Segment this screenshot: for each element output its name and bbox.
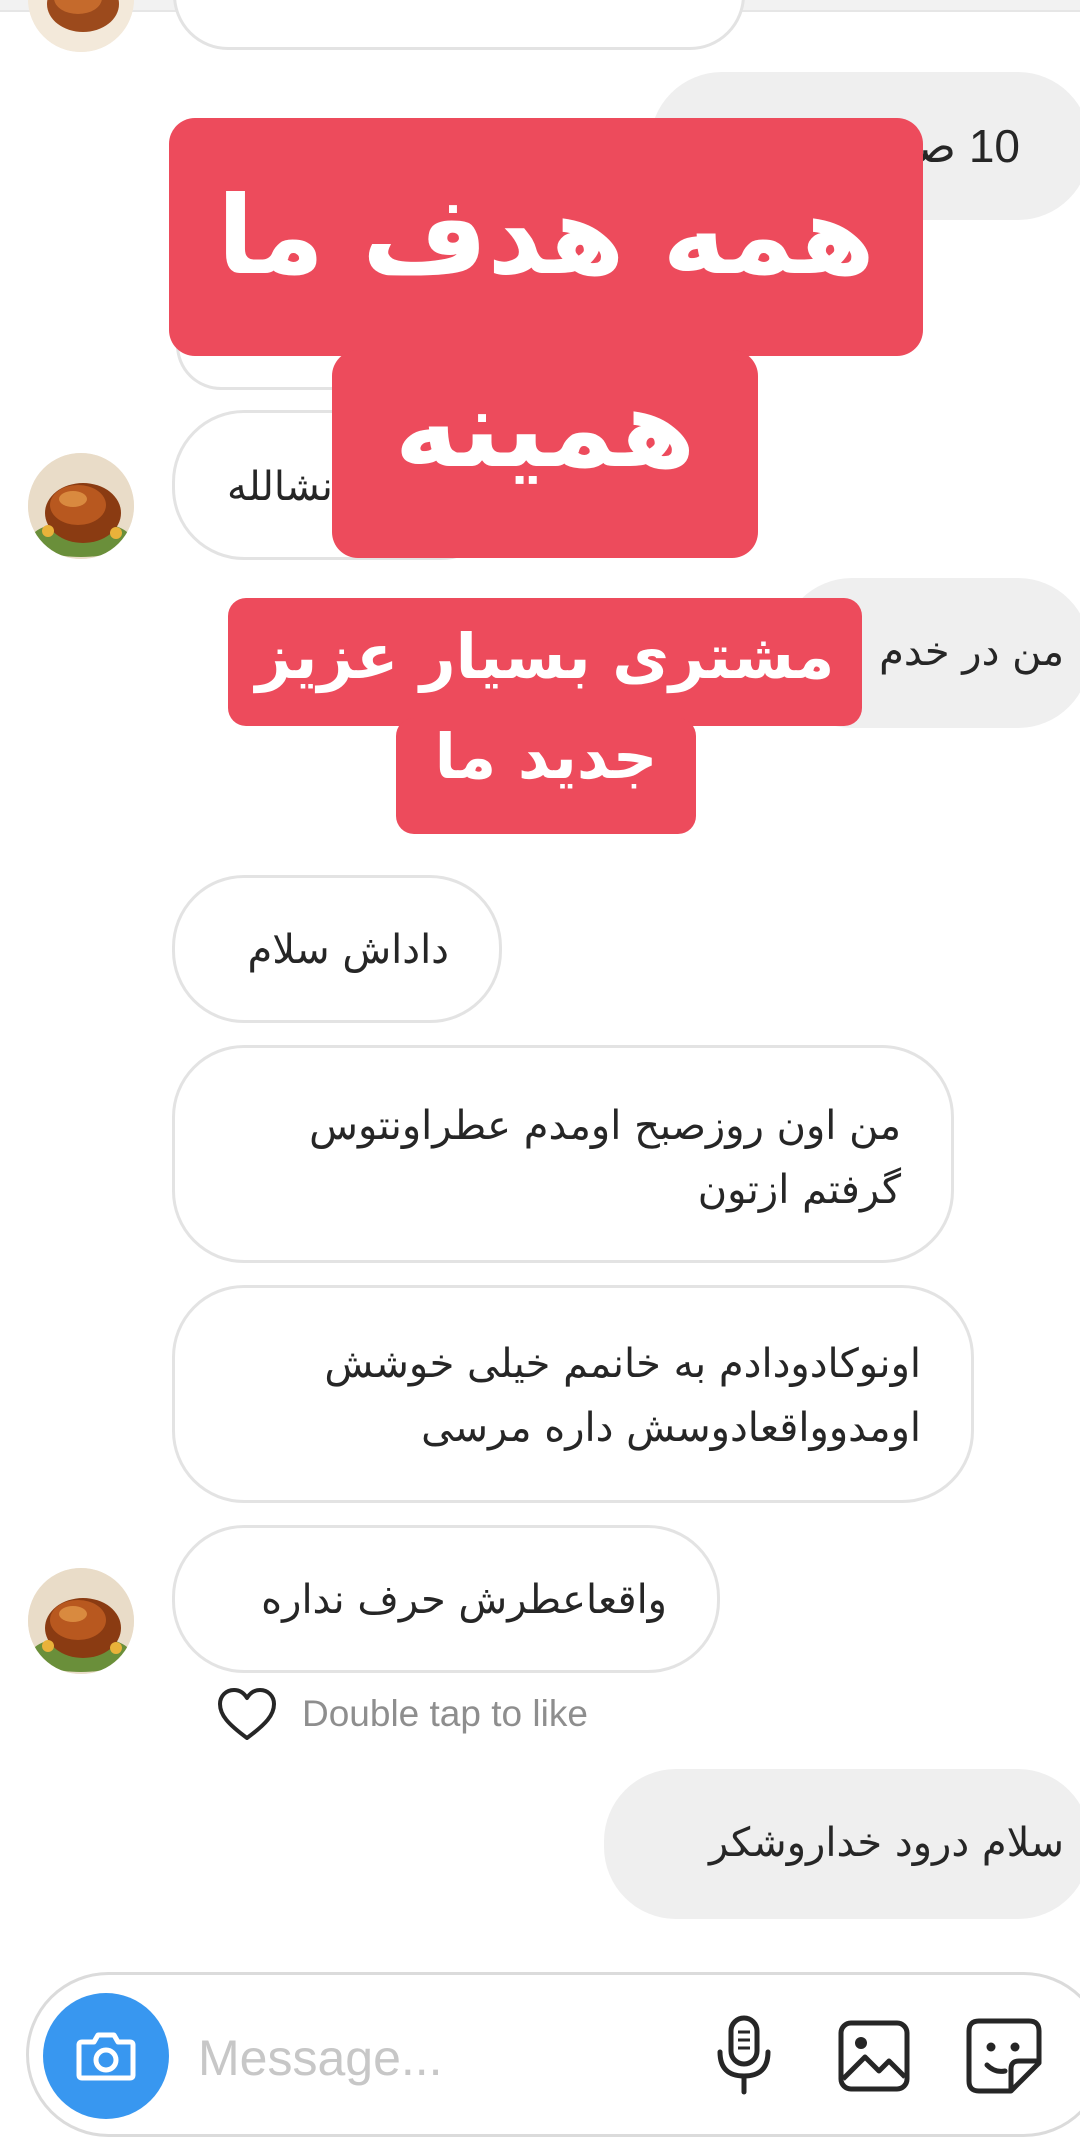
gallery-icon bbox=[838, 2020, 910, 2092]
message-bubble-incoming[interactable]: داداش سلام bbox=[172, 875, 502, 1023]
promo-banner-bottom-line: همینه bbox=[332, 350, 758, 558]
avatar[interactable] bbox=[28, 0, 134, 52]
microphone-button[interactable] bbox=[702, 2008, 786, 2104]
message-text: داداش سلام bbox=[247, 927, 449, 973]
message-text-line: اونوکادودادم به خانمم خیلی خوشش bbox=[324, 1341, 921, 1387]
like-hint-text: Double tap to like bbox=[302, 1693, 588, 1734]
message-text: نشالله bbox=[227, 464, 333, 510]
sticker-icon bbox=[966, 2018, 1042, 2094]
heart-icon[interactable] bbox=[216, 1686, 278, 1742]
gallery-button[interactable] bbox=[832, 2008, 916, 2104]
message-bubble-incoming[interactable] bbox=[173, 0, 745, 50]
customer-banner-top-line: مشتری بسیار عزیز و bbox=[228, 598, 862, 811]
avatar[interactable] bbox=[28, 1568, 134, 1674]
message-text-line: اومدوواقعادوسش داره مرسی bbox=[421, 1405, 921, 1451]
message-input[interactable] bbox=[196, 2020, 680, 2096]
double-tap-like-hint[interactable]: Double tap to like bbox=[216, 1684, 588, 1744]
message-text: سلام درود خداروشکر bbox=[709, 1820, 1064, 1866]
sticker-button[interactable] bbox=[962, 2008, 1046, 2104]
customer-banner-bottom-line: جدید ما bbox=[396, 718, 696, 834]
message-bubble-incoming[interactable]: اونوکادودادم به خانمم خیلی خوشش اومدوواق… bbox=[172, 1285, 974, 1503]
message-text: من در خدم bbox=[879, 629, 1064, 675]
message-bubble-incoming[interactable]: واقعاعطرش حرف نداره bbox=[172, 1525, 720, 1673]
avatar[interactable] bbox=[28, 453, 134, 559]
camera-button[interactable] bbox=[43, 1993, 169, 2119]
message-text: واقعاعطرش حرف نداره bbox=[261, 1577, 667, 1623]
promo-banner-top-line: همه هدف ما bbox=[169, 118, 923, 356]
microphone-icon bbox=[717, 2015, 771, 2095]
camera-icon bbox=[76, 2032, 136, 2081]
message-text-line: من اون روزصبح اومدم عطراونتوس bbox=[309, 1103, 901, 1149]
message-bubble-incoming[interactable]: من اون روزصبح اومدم عطراونتوس گرفتم ازتو… bbox=[172, 1045, 954, 1263]
message-text-line: گرفتم ازتون bbox=[697, 1167, 901, 1213]
message-bubble-outgoing[interactable]: سلام درود خداروشکر bbox=[604, 1769, 1080, 1919]
